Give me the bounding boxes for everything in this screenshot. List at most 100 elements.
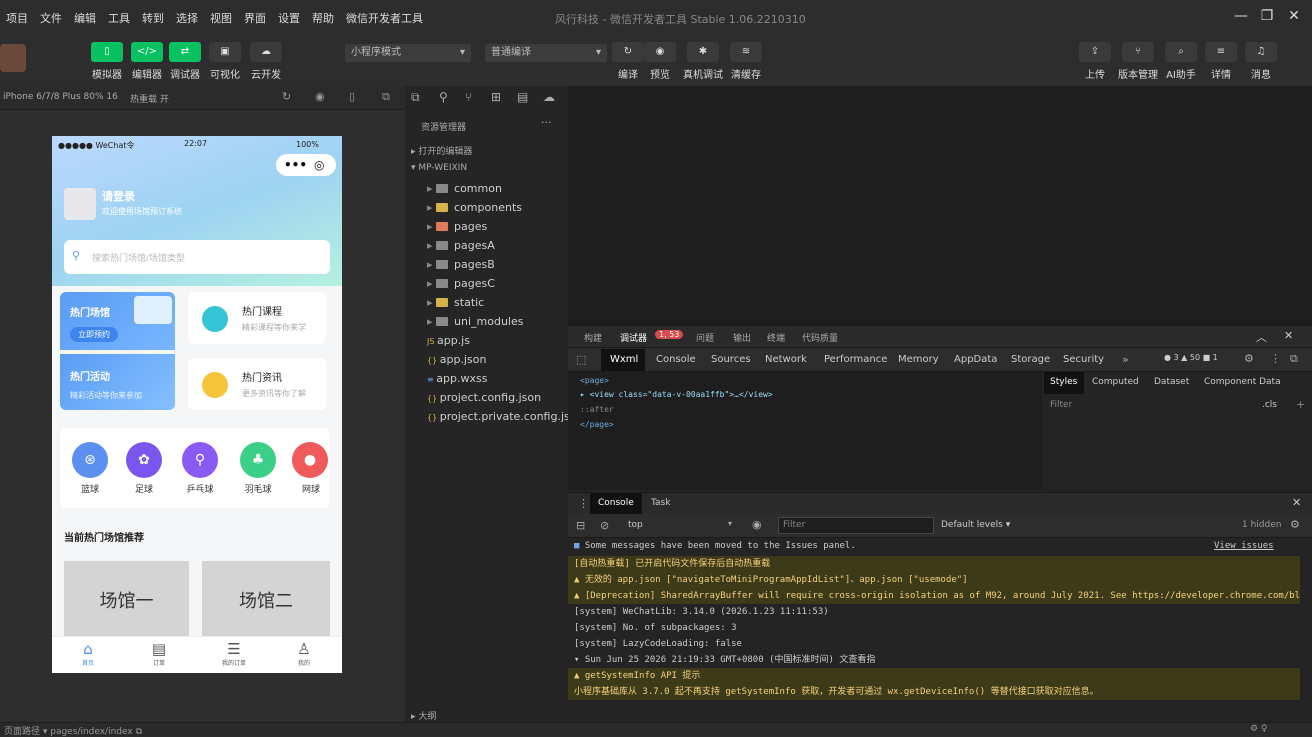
search-icon[interactable]: ⚲ [439,90,448,104]
menu-item[interactable]: 界面 [238,10,272,26]
log-levels-select[interactable]: Default levels ▾ [941,520,1010,530]
console-log-row[interactable]: ▲ [Deprecation] SharedArrayBuffer will r… [568,588,1300,604]
venue-card-2[interactable]: 场馆二 [202,561,330,643]
tab-problems[interactable]: 问题 [696,331,714,344]
git-icon[interactable]: ⑂ [465,90,472,104]
close-icon[interactable]: ✕ [1292,496,1301,509]
console-log-row[interactable]: [system] No. of subpackages: 3 [568,620,1300,636]
outline-section[interactable]: ▸ 大纲 [411,709,436,722]
maximize-icon[interactable]: ❐ [1256,8,1278,28]
console-log-row[interactable]: [system] WeChatLib: 3.14.0 (2026.1.23 11… [568,604,1300,620]
devtools-tab-console[interactable]: Console [656,354,696,365]
menu-item[interactable]: 项目 [0,10,34,26]
device-select[interactable]: iPhone 6/7/8 Plus 80% 16 [3,92,118,102]
devtools-tab-security[interactable]: Security [1063,354,1104,365]
hot-courses-card[interactable]: 热门课程 精彩课程等你来学 [188,292,326,344]
styles-filter[interactable]: Filter [1050,400,1072,410]
console-log-row[interactable]: ▾ Sun Jun 25 2026 21:19:33 GMT+0800 (中国标… [568,652,1300,668]
more-tabs-icon[interactable]: » [1122,353,1129,366]
menu-item[interactable]: 选择 [170,10,204,26]
add-icon[interactable]: + [1296,398,1305,411]
tab-terminal[interactable]: 终端 [767,331,785,344]
sport-badminton[interactable]: ♣ 羽毛球 [236,442,280,495]
menu-item[interactable]: 微信开发者工具 [340,10,429,26]
tab-code-quality[interactable]: 代码质量 [802,331,838,344]
target-icon[interactable]: ◎ [314,154,324,176]
devtools-tab-memory[interactable]: Memory [898,354,939,365]
upload-button[interactable]: ⇪ 上传 [1078,42,1112,81]
cloud-button[interactable]: ☁ 云开发 [249,42,283,81]
file-item[interactable]: ≡ app.wxss [427,372,487,385]
close-window-icon[interactable]: ✕ [1283,8,1305,28]
more-icon[interactable]: ··· [541,116,552,129]
menu-item[interactable]: 工具 [102,10,136,26]
menu-item[interactable]: 转到 [136,10,170,26]
tab-component-data[interactable]: Component Data [1204,377,1281,387]
popout-icon[interactable]: ⧉ [382,90,390,104]
tab-mine[interactable]: ♙ 我的 [292,640,316,667]
project-root[interactable]: ▾ MP-WEIXIN [411,163,467,173]
chevron-down-icon[interactable]: ▾ [728,519,732,528]
wxml-tree[interactable]: <page> ▸ <view class="data-v-00aa1ffb">…… [568,372,1042,490]
folder-item[interactable]: ▸ uni_modules [427,315,524,328]
console-log-row[interactable]: ▲ 无效的 app.json ["navigateToMiniProgramAp… [568,572,1300,588]
tab-styles[interactable]: Styles [1050,377,1077,387]
remote-debug-button[interactable]: ✱ 真机调试 [683,42,723,81]
console-log-row[interactable]: [自动热重载] 已开启代码文件保存后自动热重载 [568,556,1300,572]
device-icon[interactable]: ▯ [349,90,355,103]
context-select[interactable]: top [628,520,643,530]
gear-icon[interactable]: ⚙ [1244,352,1254,365]
devtools-tab-network[interactable]: Network [765,354,807,365]
close-icon[interactable]: ✕ [1284,329,1293,342]
view-issues-link[interactable]: View issues [1214,538,1274,554]
kebab-icon[interactable]: ⋮ [1270,352,1281,365]
messages-button[interactable]: ♫ 消息 [1244,42,1278,81]
version-button[interactable]: ⑂ 版本管理 [1118,42,1158,81]
menu-item[interactable]: 文件 [34,10,68,26]
sport-basketball[interactable]: ⊛ 篮球 [72,442,108,495]
hot-news-card[interactable]: 热门资讯 更多资讯等你了解 [188,358,326,410]
tab-my-orders[interactable]: ☰ 我的订单 [218,640,250,667]
folder-item[interactable]: ▸ common [427,182,502,195]
promo-venues[interactable]: 热门场馆 立即预约 [60,292,175,350]
menu-item[interactable]: 设置 [272,10,306,26]
minimize-icon[interactable]: — [1230,8,1252,28]
cloud-icon[interactable]: ☁ [543,90,555,104]
file-item[interactable]: {} project.config.json [427,391,541,404]
rotate-icon[interactable]: ↻ [282,90,291,103]
tab-output[interactable]: 输出 [733,331,751,344]
user-avatar[interactable] [64,188,96,220]
outline-icon[interactable]: ▤ [517,90,528,104]
folder-item[interactable]: ▸ static [427,296,484,309]
login-title[interactable]: 请登录 [102,188,135,204]
tab-home[interactable]: ⌂ 首页 [76,640,100,667]
folder-item[interactable]: ▸ pagesC [427,277,495,290]
file-item[interactable]: {} app.json [427,353,486,366]
extensions-icon[interactable]: ⊞ [491,90,501,104]
menu-item[interactable]: 视图 [204,10,238,26]
book-now-button[interactable]: 立即预约 [70,327,118,342]
tab-task[interactable]: Task [651,498,670,508]
folder-item[interactable]: ▸ pages [427,220,487,233]
devtools-tab-wxml[interactable]: Wxml [610,354,638,365]
console-log-row[interactable]: ▲ getSystemInfo API 提示 [568,668,1300,684]
console-filter-input[interactable]: Filter [778,517,934,534]
tab-console[interactable]: Console [598,498,634,508]
record-icon[interactable]: ◉ [315,90,325,103]
search-box[interactable]: ⚲ 搜索热门场馆/场馆类型 [64,240,330,274]
compile-select[interactable]: 普通编译 ▾ [485,44,607,62]
search-input[interactable]: 搜索热门场馆/场馆类型 [92,251,185,264]
file-item[interactable]: {} project.private.config.js... [427,410,580,423]
sport-tennis[interactable]: ● 网球 [292,442,330,495]
gear-icon[interactable]: ⚙ [1290,518,1300,531]
preview-button[interactable]: ◉ 预览 [643,42,677,81]
sport-pingpong[interactable]: ⚲ 乒乓球 [180,442,220,495]
issue-counts[interactable]: ● 3 ▲ 50 ■ 1 [1164,353,1218,362]
promo-activities[interactable]: 热门活动 精彩活动等你来参加 [60,354,175,410]
folder-item[interactable]: ▸ pagesA [427,239,495,252]
capsule-menu[interactable]: ••• ◎ [276,154,336,176]
eye-icon[interactable]: ◉ [752,518,762,531]
folder-item[interactable]: ▸ components [427,201,522,214]
more-icon[interactable]: ••• [284,154,307,176]
devtools-tab-storage[interactable]: Storage [1011,354,1050,365]
